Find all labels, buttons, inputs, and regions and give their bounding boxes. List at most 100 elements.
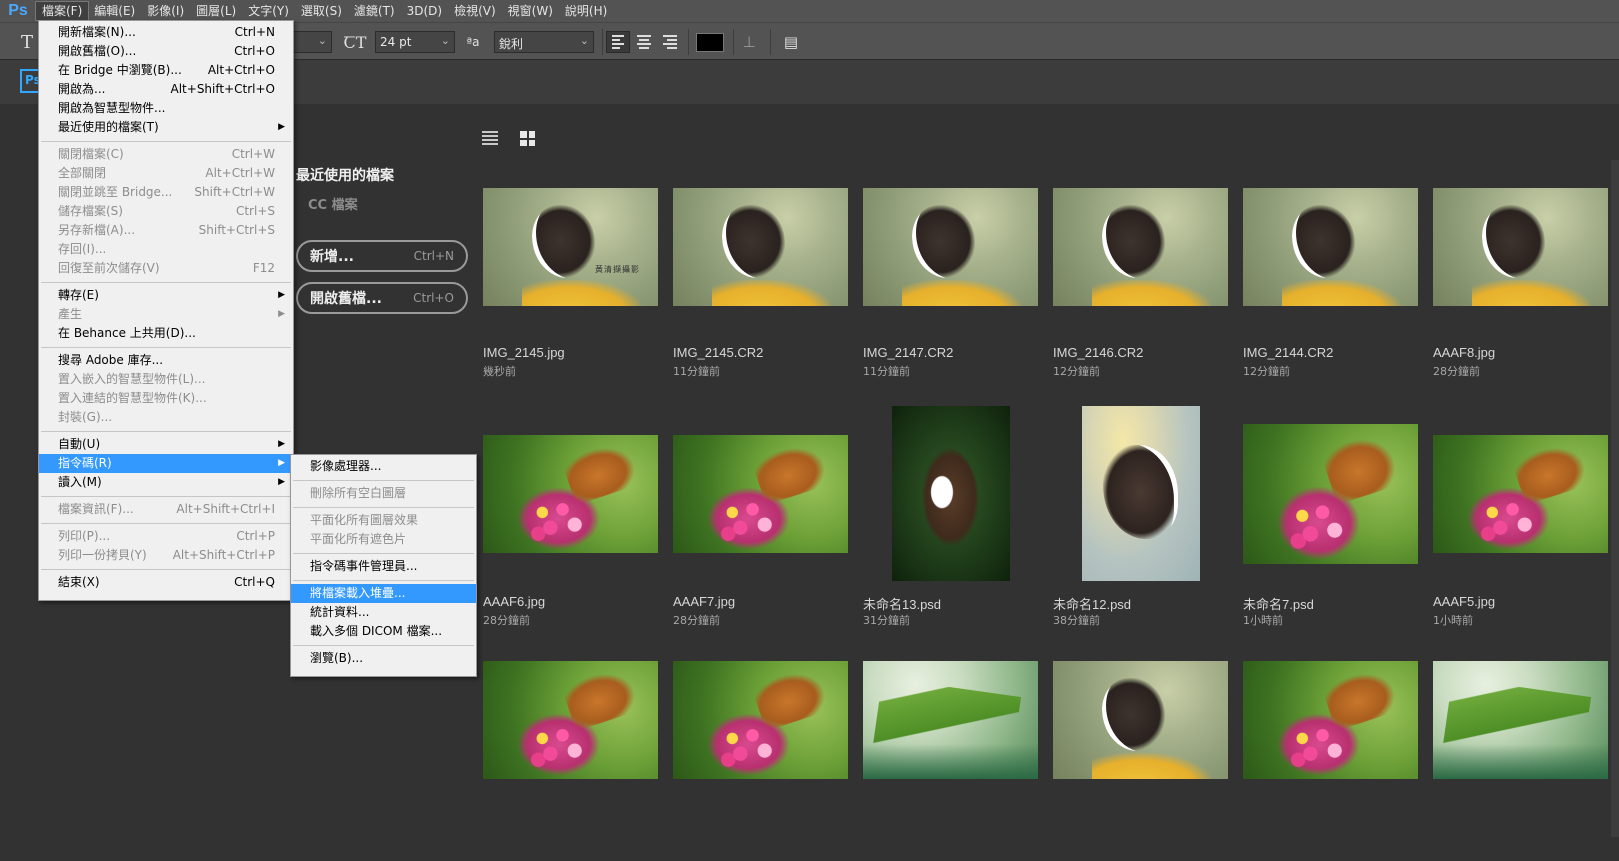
menu-item[interactable]: 封裝(G)...: [39, 408, 293, 427]
menubar-item[interactable]: 選取(S): [295, 2, 348, 20]
menu-item[interactable]: 回復至前次儲存(V) F12: [39, 259, 293, 278]
text-color-swatch[interactable]: [696, 33, 724, 52]
nav-cc-files[interactable]: CC 檔案: [308, 194, 358, 213]
menu-separator: [293, 507, 474, 508]
menu-item[interactable]: 載入多個 DICOM 檔案...: [291, 622, 476, 641]
font-style-dropdown[interactable]: ⌄: [290, 31, 332, 53]
recent-file-tile[interactable]: 未命名13.psd 31分鐘前: [863, 406, 1038, 627]
recent-file-tile[interactable]: 黃清擷攝影 IMG_2145.jpg 幾秒前: [483, 188, 658, 388]
character-panel-icon[interactable]: ▤: [780, 31, 802, 53]
menu-item[interactable]: 影像處理器...: [291, 457, 476, 476]
menu-item[interactable]: 關閉並跳至 Bridge... Shift+Ctrl+W: [39, 183, 293, 202]
menubar-item[interactable]: 圖層(L): [190, 2, 242, 20]
thumbnail-frame: [1243, 188, 1418, 363]
menu-item-label: 全部關閉: [58, 166, 107, 180]
menu-item-label: 載入多個 DICOM 檔案...: [310, 624, 443, 638]
scrollbar[interactable]: [1611, 160, 1619, 837]
menu-item[interactable]: 開新檔案(N)... Ctrl+N: [39, 23, 293, 42]
menu-item[interactable]: 平面化所有遮色片: [291, 530, 476, 549]
recent-file-tile[interactable]: [1433, 661, 1608, 861]
menubar-item[interactable]: 3D(D): [401, 2, 448, 20]
menu-item-shortcut: Ctrl+Q: [234, 575, 275, 589]
menu-item-label: 另存新檔(A)...: [58, 223, 136, 237]
recent-file-tile[interactable]: [673, 661, 848, 861]
menu-item[interactable]: 置入連結的智慧型物件(K)...: [39, 389, 293, 408]
menu-item[interactable]: 全部關閉 Alt+Ctrl+W: [39, 164, 293, 183]
menu-item[interactable]: 刪除所有空白圖層: [291, 484, 476, 503]
menubar-item[interactable]: 說明(H): [559, 2, 613, 20]
antialias-dropdown[interactable]: 銳利 ⌄: [494, 31, 594, 53]
warp-text-icon[interactable]: ⊥: [738, 31, 760, 53]
menu-item[interactable]: 平面化所有圖層效果: [291, 511, 476, 530]
recent-file-tile[interactable]: IMG_2145.CR2 11分鐘前: [673, 188, 848, 388]
grid-view-icon[interactable]: [520, 131, 535, 146]
recent-file-tile[interactable]: AAAF7.jpg 28分鐘前: [673, 406, 848, 627]
menu-item-label: 結束(X): [58, 575, 100, 589]
recent-file-tile[interactable]: [483, 661, 658, 861]
menu-item-label: 關閉檔案(C): [58, 147, 124, 161]
menu-item[interactable]: 在 Behance 上共用(D)...: [39, 324, 293, 343]
recent-file-tile[interactable]: [1243, 661, 1418, 861]
menubar-item[interactable]: 檢視(V): [448, 2, 502, 20]
menubar-item[interactable]: 編輯(E): [88, 2, 141, 20]
recent-file-tile[interactable]: IMG_2144.CR2 12分鐘前: [1243, 188, 1418, 388]
recent-file-tile[interactable]: 未命名12.psd 38分鐘前: [1053, 406, 1228, 627]
menu-item[interactable]: 產生 ▶: [39, 305, 293, 324]
align-left-button[interactable]: [606, 31, 630, 53]
thumbnail-frame: [1243, 661, 1418, 836]
menu-item[interactable]: 檔案資訊(F)... Alt+Shift+Ctrl+I: [39, 500, 293, 519]
menu-item-shortcut: Ctrl+W: [231, 147, 275, 161]
menubar-item[interactable]: 濾鏡(T): [348, 2, 401, 20]
menu-item[interactable]: 結束(X) Ctrl+Q: [39, 573, 293, 592]
align-right-button[interactable]: [658, 31, 682, 53]
menubar-item[interactable]: 影像(I): [141, 2, 190, 20]
menu-item[interactable]: 轉存(E) ▶: [39, 286, 293, 305]
menu-item[interactable]: 讀入(M) ▶: [39, 473, 293, 492]
font-size-field[interactable]: 24 pt ⌄: [375, 31, 455, 53]
recent-file-tile[interactable]: IMG_2146.CR2 12分鐘前: [1053, 188, 1228, 388]
menu-item[interactable]: 將檔案載入堆疊...: [291, 584, 476, 603]
menu-item[interactable]: 指令碼(R) ▶: [39, 454, 293, 473]
menu-item[interactable]: 儲存檔案(S) Ctrl+S: [39, 202, 293, 221]
menu-item[interactable]: 開啟舊檔(O)... Ctrl+O: [39, 42, 293, 61]
menu-separator: [41, 141, 291, 142]
font-size-icon: ꞆT: [343, 32, 367, 52]
menu-item[interactable]: 列印一份拷貝(Y) Alt+Shift+Ctrl+P: [39, 546, 293, 565]
recent-file-tile[interactable]: AAAF5.jpg 1小時前: [1433, 406, 1608, 627]
new-document-button[interactable]: 新增... Ctrl+N: [296, 240, 468, 272]
menu-item[interactable]: 在 Bridge 中瀏覽(B)... Alt+Ctrl+O: [39, 61, 293, 80]
menu-item[interactable]: 另存新檔(A)... Shift+Ctrl+S: [39, 221, 293, 240]
menu-item[interactable]: 自動(U) ▶: [39, 435, 293, 454]
menu-item[interactable]: 統計資料...: [291, 603, 476, 622]
submenu-arrow-icon: ▶: [278, 439, 285, 449]
type-tool-icon[interactable]: T: [16, 31, 38, 53]
open-file-button[interactable]: 開啟舊檔... Ctrl+O: [296, 282, 468, 314]
menu-item[interactable]: 最近使用的檔案(T) ▶: [39, 118, 293, 137]
menu-item[interactable]: 開啟為智慧型物件...: [39, 99, 293, 118]
recent-file-tile[interactable]: AAAF6.jpg 28分鐘前: [483, 406, 658, 627]
recent-file-tile[interactable]: [1053, 661, 1228, 861]
menu-item[interactable]: 關閉檔案(C) Ctrl+W: [39, 145, 293, 164]
thumbnail-frame: [1243, 406, 1418, 581]
menubar-item[interactable]: 檔案(F): [34, 1, 90, 21]
chevron-down-icon: ⌄: [317, 34, 327, 47]
recent-file-tile[interactable]: [863, 661, 1038, 861]
menubar-item[interactable]: 文字(Y): [242, 2, 295, 20]
file-thumbnail: [863, 661, 1038, 779]
menu-item[interactable]: 瀏覽(B)...: [291, 649, 476, 668]
menu-item[interactable]: 列印(P)... Ctrl+P: [39, 527, 293, 546]
menu-item-label: 平面化所有圖層效果: [310, 513, 419, 527]
align-center-button[interactable]: [632, 31, 656, 53]
recent-file-tile[interactable]: IMG_2147.CR2 11分鐘前: [863, 188, 1038, 388]
nav-recent-files[interactable]: 最近使用的檔案: [296, 165, 394, 185]
menubar-item[interactable]: 視窗(W): [502, 2, 559, 20]
menu-item-label: 統計資料...: [310, 605, 370, 619]
menu-item[interactable]: 搜尋 Adobe 庫存...: [39, 351, 293, 370]
menu-item[interactable]: 開啟為... Alt+Shift+Ctrl+O: [39, 80, 293, 99]
menu-item[interactable]: 存回(I)...: [39, 240, 293, 259]
recent-file-tile[interactable]: 未命名7.psd 1小時前: [1243, 406, 1418, 627]
recent-file-tile[interactable]: AAAF8.jpg 28分鐘前: [1433, 188, 1608, 388]
menu-item[interactable]: 置入嵌入的智慧型物件(L)...: [39, 370, 293, 389]
list-view-icon[interactable]: [482, 131, 498, 145]
menu-item[interactable]: 指令碼事件管理員...: [291, 557, 476, 576]
